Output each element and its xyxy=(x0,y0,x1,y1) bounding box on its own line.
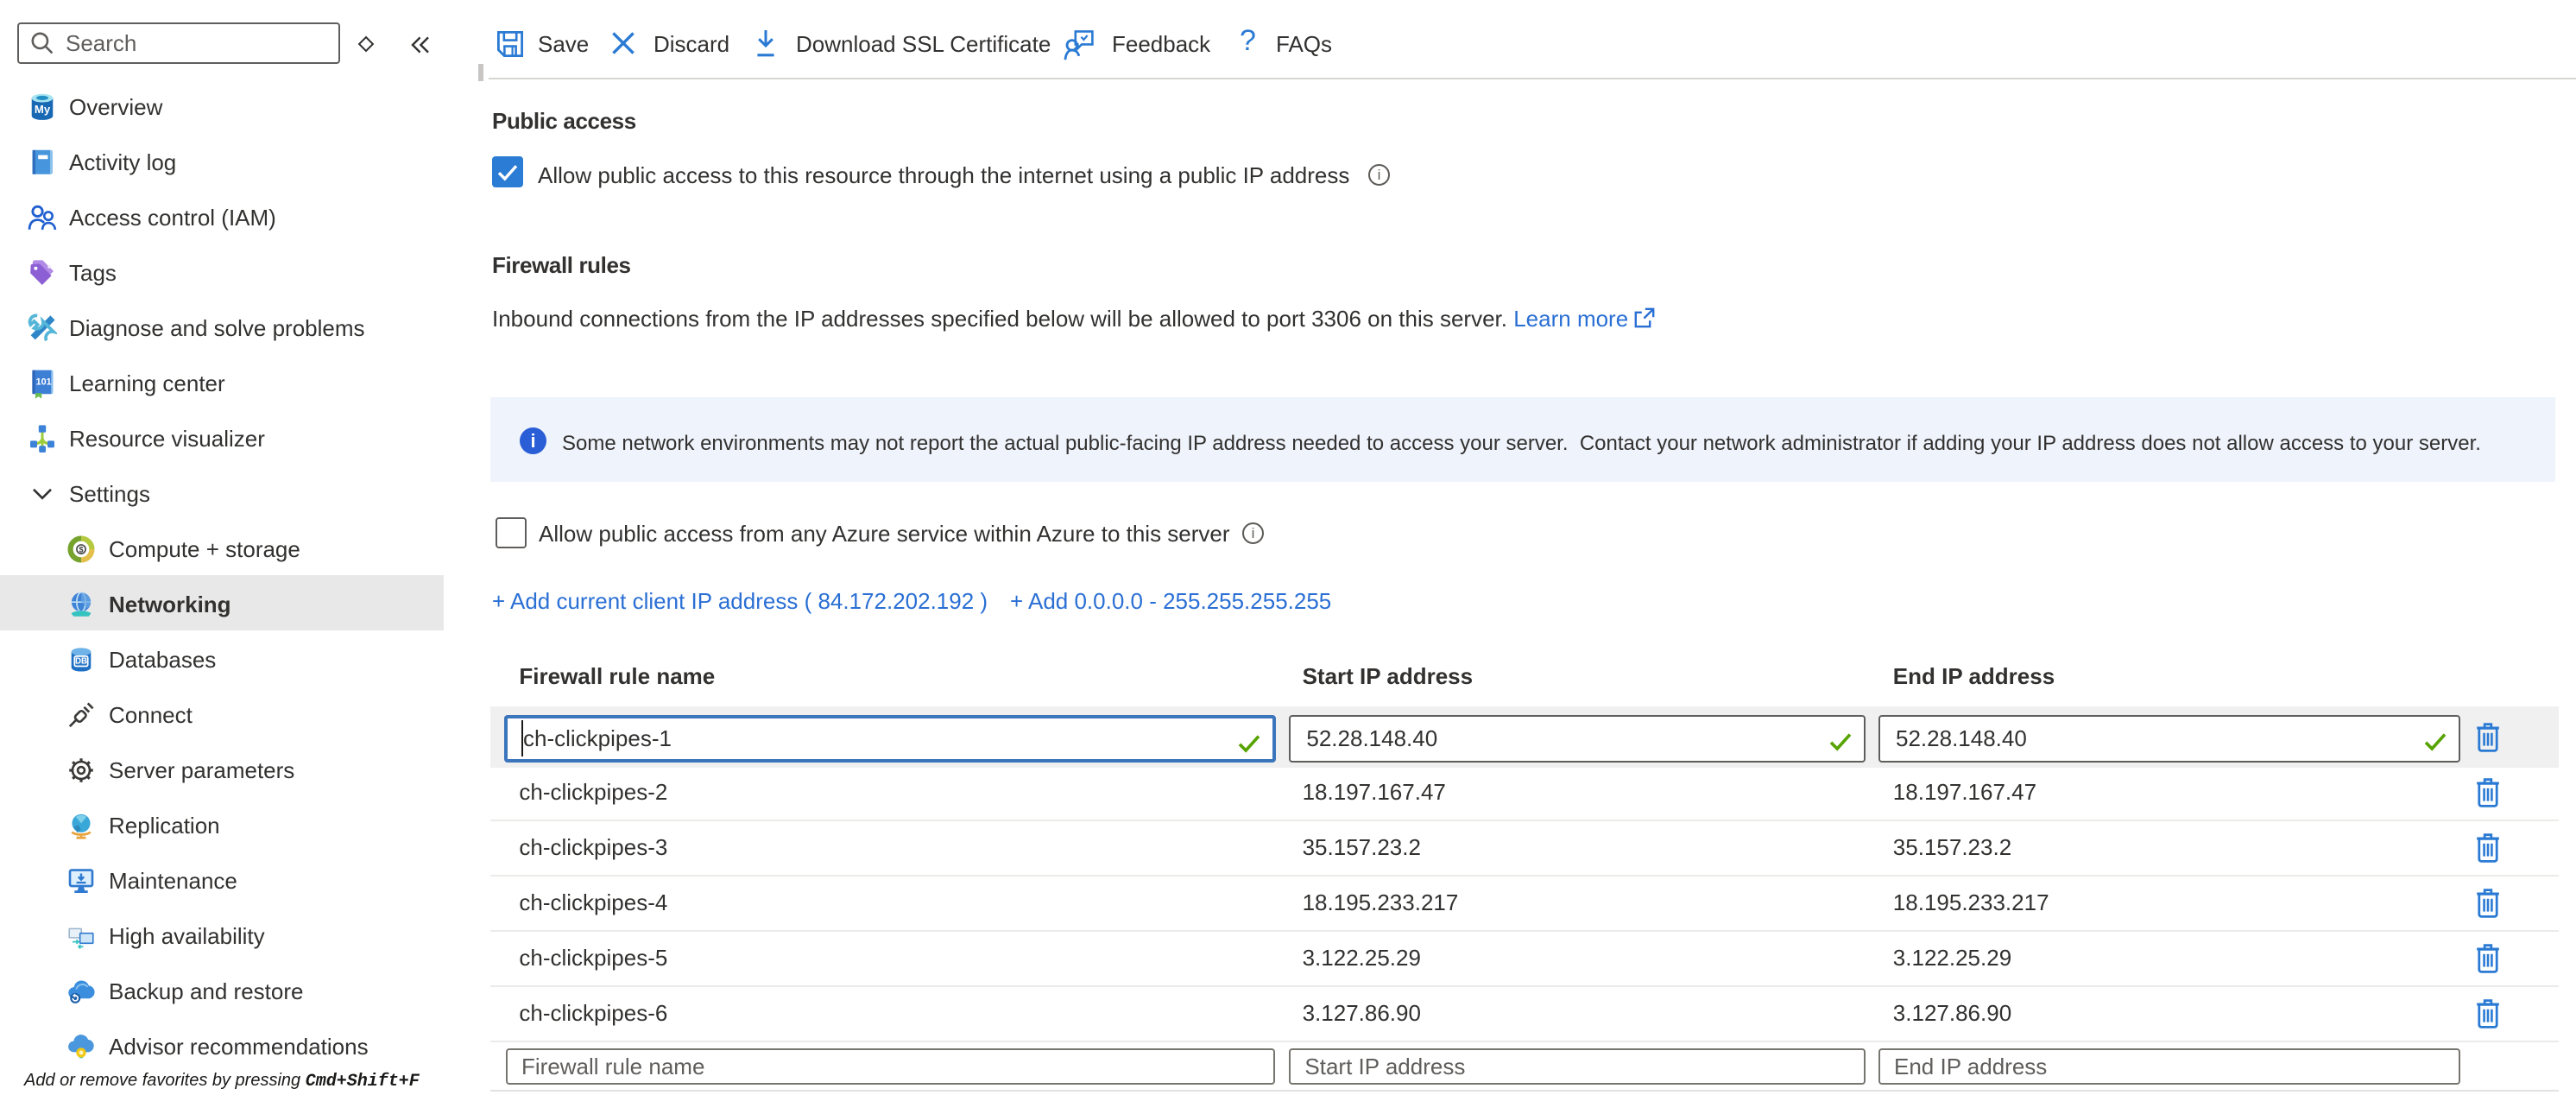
svg-text:DB: DB xyxy=(75,657,87,667)
svg-text:My: My xyxy=(35,103,51,116)
svg-text:$: $ xyxy=(79,546,83,554)
svg-text:101: 101 xyxy=(36,377,52,387)
